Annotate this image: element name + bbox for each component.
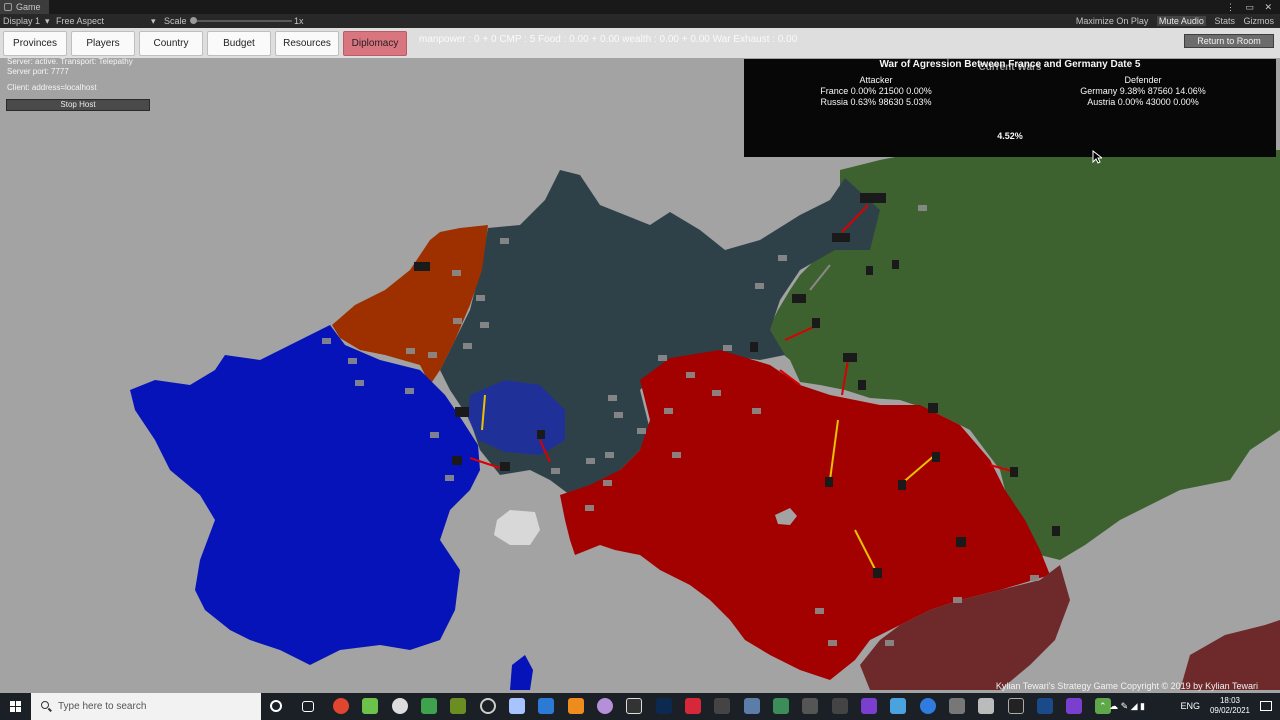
app-icon[interactable] bbox=[509, 698, 525, 714]
attacker-row: Russia 0.63% 98630 5.03% bbox=[820, 97, 932, 107]
window-controls[interactable]: ⋮ ▭ ✕ bbox=[1226, 0, 1276, 14]
app-icon[interactable] bbox=[450, 698, 466, 714]
visual-studio-icon[interactable] bbox=[861, 698, 877, 714]
chevron-down-icon: ▾ bbox=[45, 16, 50, 26]
visual-studio-icon[interactable] bbox=[1066, 698, 1082, 714]
scale-label: Scale bbox=[164, 16, 187, 26]
stop-host-button[interactable]: Stop Host bbox=[6, 99, 150, 111]
app-icon[interactable] bbox=[744, 698, 760, 714]
chrome-icon[interactable] bbox=[333, 698, 349, 714]
chevron-down-icon: ▾ bbox=[151, 16, 156, 26]
app-icon[interactable] bbox=[480, 698, 496, 714]
client-address: Client: address=localhost bbox=[7, 83, 97, 92]
game-tab-label: Game bbox=[16, 2, 41, 12]
gizmos-toggle[interactable]: Gizmos bbox=[1243, 16, 1274, 26]
app-icon[interactable] bbox=[685, 698, 701, 714]
app-icon[interactable] bbox=[714, 698, 730, 714]
taskbar-search[interactable]: Type here to search bbox=[31, 693, 261, 720]
app-icon[interactable] bbox=[920, 698, 936, 714]
war-score: 4.52% bbox=[997, 131, 1023, 141]
start-button[interactable] bbox=[0, 693, 30, 720]
app-icon[interactable] bbox=[802, 698, 818, 714]
notification-icon[interactable] bbox=[1260, 701, 1272, 711]
copyright-text: Kylian Tewari's Strategy Game Copyright … bbox=[995, 681, 1258, 691]
network-info: Server: active. Transport: Telepathy Ser… bbox=[7, 57, 133, 93]
scale-value: 1x bbox=[294, 16, 304, 26]
current-wars-panel: Current Wars War of Agression Between Fr… bbox=[744, 59, 1276, 157]
app-icon[interactable] bbox=[392, 698, 408, 714]
budget-button[interactable]: Budget bbox=[207, 31, 271, 56]
defender-column: Defender Germany 9.38% 87560 14.06% Aust… bbox=[1023, 75, 1263, 108]
system-clock[interactable]: 18:03 09/02/2021 bbox=[1210, 696, 1250, 716]
resources-button[interactable]: Resources bbox=[275, 31, 339, 56]
defender-row: Austria 0.00% 43000 0.00% bbox=[1087, 97, 1199, 107]
server-port: Server port: 7777 bbox=[7, 67, 69, 76]
scale-slider-handle[interactable] bbox=[190, 17, 197, 24]
app-icon[interactable] bbox=[421, 698, 437, 714]
app-icon[interactable] bbox=[538, 698, 554, 714]
app-icon[interactable] bbox=[832, 698, 848, 714]
unity-tab-bar: Game ⋮ ▭ ✕ bbox=[0, 0, 1280, 14]
tray-icons[interactable]: ⌃ ☁ ✎ ◢ ▮ bbox=[1099, 693, 1145, 720]
stats-toggle[interactable]: Stats bbox=[1214, 16, 1235, 26]
cortana-icon[interactable] bbox=[270, 700, 282, 712]
game-tab[interactable]: Game bbox=[0, 0, 49, 14]
scale-slider[interactable] bbox=[192, 20, 292, 22]
attacker-row: France 0.00% 21500 0.00% bbox=[820, 86, 932, 96]
app-icon[interactable] bbox=[949, 698, 965, 714]
provinces-button[interactable]: Provinces bbox=[3, 31, 67, 56]
mute-audio-toggle[interactable]: Mute Audio bbox=[1156, 16, 1206, 26]
maximize-on-play-toggle[interactable]: Maximize On Play bbox=[1076, 16, 1149, 26]
app-icon[interactable] bbox=[597, 698, 613, 714]
country-button[interactable]: Country bbox=[139, 31, 203, 56]
players-button[interactable]: Players bbox=[71, 31, 135, 56]
photoshop-icon[interactable] bbox=[656, 698, 672, 714]
war-title: War of Agression Between France and Germ… bbox=[879, 59, 1141, 70]
defender-row: Germany 9.38% 87560 14.06% bbox=[1080, 86, 1206, 96]
game-view-toolbar: Display 1 ▾ Free Aspect ▾ Scale 1x Maxim… bbox=[0, 14, 1280, 28]
game-tab-icon bbox=[4, 3, 12, 11]
app-icon[interactable] bbox=[773, 698, 789, 714]
language-indicator[interactable]: ENG bbox=[1180, 693, 1200, 720]
resource-stats: manpower : 0 + 0 CMP : 5 Food : 0.00 + 0… bbox=[419, 34, 798, 45]
calculator-icon[interactable] bbox=[978, 698, 994, 714]
steam-icon[interactable] bbox=[1037, 698, 1053, 714]
return-to-room-button[interactable]: Return to Room bbox=[1184, 34, 1274, 48]
clover-icon[interactable] bbox=[362, 698, 378, 714]
task-view-icon[interactable] bbox=[302, 701, 314, 712]
app-icon[interactable] bbox=[568, 698, 584, 714]
search-placeholder: Type here to search bbox=[58, 701, 147, 712]
game-top-bar: Provinces Players Country Budget Resourc… bbox=[0, 28, 1280, 58]
defender-header: Defender bbox=[1124, 75, 1162, 85]
app-icon[interactable] bbox=[890, 698, 906, 714]
search-icon bbox=[41, 701, 49, 709]
display-select[interactable]: Display 1 bbox=[3, 14, 40, 28]
attacker-column: Attacker France 0.00% 21500 0.00% Russia… bbox=[756, 75, 996, 108]
windows-taskbar: Type here to search ⌃ ☁ ✎ ◢ ▮ ENG 18:03 … bbox=[0, 693, 1280, 720]
app-icon[interactable] bbox=[626, 698, 642, 714]
toolbar-right-group: Maximize On Play Mute Audio Stats Gizmos bbox=[1070, 14, 1274, 28]
clock-time: 18:03 bbox=[1219, 696, 1240, 705]
aspect-select[interactable]: Free Aspect bbox=[56, 14, 104, 28]
game-view[interactable]: Provinces Players Country Budget Resourc… bbox=[0, 28, 1280, 693]
server-status: Server: active. Transport: Telepathy bbox=[7, 57, 133, 66]
attacker-header: Attacker bbox=[859, 75, 893, 85]
mouse-cursor-icon bbox=[1092, 150, 1102, 164]
unity-icon[interactable] bbox=[1008, 698, 1024, 714]
diplomacy-button[interactable]: Diplomacy bbox=[343, 31, 407, 56]
clock-date: 09/02/2021 bbox=[1209, 706, 1250, 715]
